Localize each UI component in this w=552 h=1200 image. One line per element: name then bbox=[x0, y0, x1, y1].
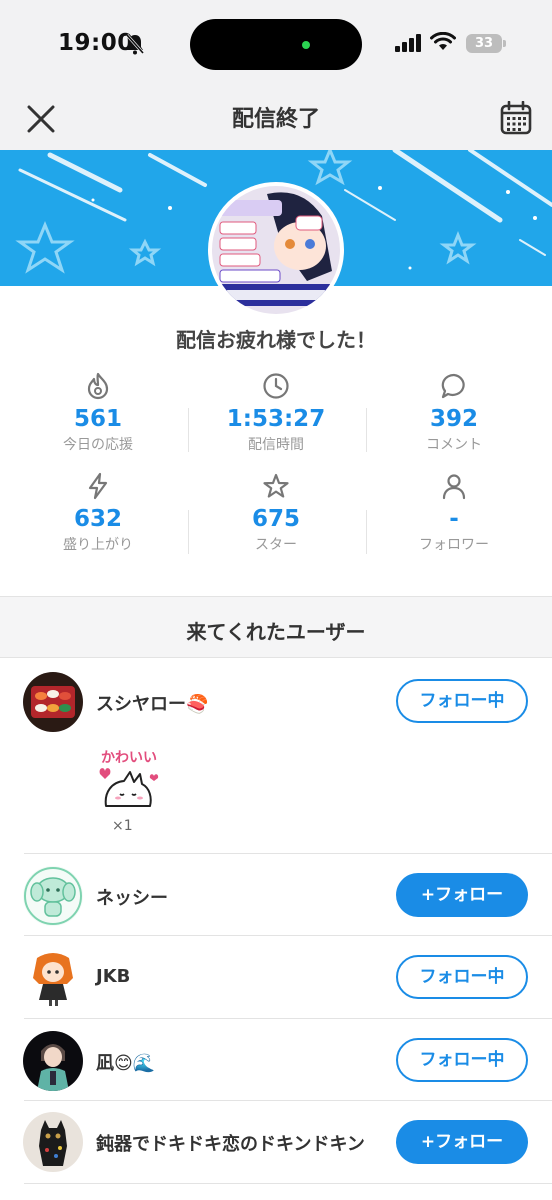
battery-level: 33 bbox=[474, 36, 494, 51]
stat-stars: 675 スター bbox=[184, 472, 368, 554]
following-button[interactable]: フォロー中 bbox=[396, 679, 528, 723]
user-avatar[interactable] bbox=[23, 1031, 83, 1091]
stat-support: 561 今日の応援 bbox=[6, 372, 190, 454]
dynamic-island bbox=[190, 19, 362, 70]
stat-label: 盛り上がり bbox=[63, 537, 133, 553]
stat-value: - bbox=[449, 506, 459, 532]
row-divider bbox=[24, 1183, 552, 1184]
stat-label: コメント bbox=[426, 437, 482, 453]
user-name[interactable]: 鈍器でドキドキ恋のドキンドキン bbox=[96, 1130, 365, 1156]
camera-indicator-icon bbox=[302, 41, 310, 49]
stat-label: フォロワー bbox=[419, 537, 489, 553]
stat-value: 561 bbox=[73, 406, 122, 432]
user-avatar[interactable] bbox=[23, 866, 83, 926]
kawaii-stamp: かわいい bbox=[94, 744, 164, 814]
battery-icon: 33 bbox=[466, 34, 502, 53]
wifi-icon bbox=[430, 32, 456, 50]
stamp-count: ×1 bbox=[112, 818, 133, 834]
follow-button[interactable]: +フォロー bbox=[396, 1120, 528, 1164]
clock-icon bbox=[263, 373, 289, 399]
stat-duration: 1:53:27 配信時間 bbox=[184, 372, 368, 454]
divider bbox=[188, 408, 189, 452]
stamp-text: かわいい bbox=[101, 750, 157, 766]
status-time: 19:00 bbox=[58, 30, 134, 56]
row-divider bbox=[24, 1018, 552, 1019]
comment-icon bbox=[441, 373, 465, 399]
user-name[interactable]: ネッシー bbox=[96, 884, 168, 910]
divider bbox=[366, 510, 367, 554]
stat-followers: - フォロワー bbox=[362, 472, 546, 554]
calendar-icon[interactable] bbox=[500, 101, 532, 135]
streamer-avatar bbox=[208, 182, 344, 318]
follow-button[interactable]: +フォロー bbox=[396, 873, 528, 917]
flame-icon bbox=[87, 372, 109, 400]
section-title: 来てくれたユーザー bbox=[186, 620, 366, 644]
stat-value: 632 bbox=[73, 506, 122, 532]
user-avatar[interactable] bbox=[23, 672, 83, 732]
stat-label: 配信時間 bbox=[248, 437, 304, 453]
stat-comments: 392 コメント bbox=[362, 372, 546, 454]
bell-slash-icon bbox=[125, 34, 145, 55]
stat-label: スター bbox=[255, 537, 297, 553]
person-icon bbox=[442, 474, 466, 500]
stat-excitement: 632 盛り上がり bbox=[6, 472, 190, 554]
user-name[interactable]: スシヤロー🍣 bbox=[96, 690, 208, 716]
following-button[interactable]: フォロー中 bbox=[396, 1038, 528, 1082]
row-divider bbox=[24, 935, 552, 936]
divider bbox=[188, 510, 189, 554]
star-icon bbox=[263, 473, 289, 498]
user-name[interactable]: JKB bbox=[96, 966, 130, 987]
battery-tip bbox=[503, 40, 506, 47]
page-title: 配信終了 bbox=[231, 107, 320, 132]
row-divider bbox=[24, 1100, 552, 1101]
greeting-text: 配信お疲れ様でした！ bbox=[176, 328, 376, 352]
user-name[interactable]: 凪😊🌊 bbox=[96, 1049, 155, 1075]
stat-value: 1:53:27 bbox=[226, 406, 326, 432]
divider bbox=[366, 408, 367, 452]
stat-label: 今日の応援 bbox=[63, 437, 133, 453]
user-avatar[interactable] bbox=[23, 948, 83, 1008]
stat-value: 675 bbox=[251, 506, 300, 532]
stat-value: 392 bbox=[429, 406, 478, 432]
row-divider bbox=[24, 853, 552, 854]
following-button[interactable]: フォロー中 bbox=[396, 955, 528, 999]
lightning-icon bbox=[88, 472, 108, 500]
user-avatar[interactable] bbox=[23, 1112, 83, 1172]
signal-icon bbox=[395, 34, 421, 52]
